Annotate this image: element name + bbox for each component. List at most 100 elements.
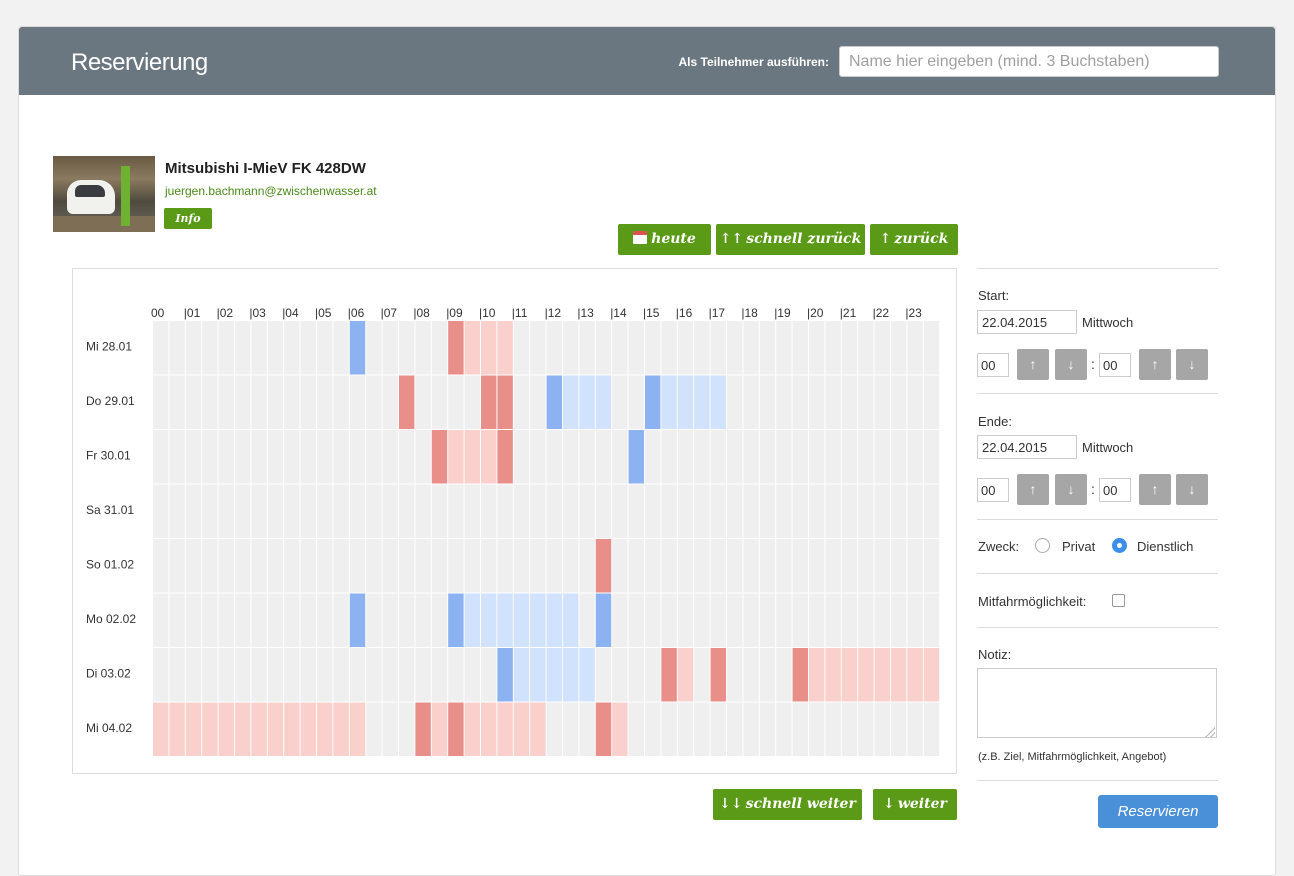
- reservation-slot-red: [710, 648, 726, 702]
- empty-slot: [743, 648, 759, 702]
- reservation-slot-red: [481, 430, 497, 484]
- empty-slot: [809, 593, 825, 647]
- forward-button[interactable]: ↓ weiter: [873, 789, 957, 820]
- hour-label: |02: [217, 306, 234, 320]
- info-button[interactable]: Info: [164, 208, 212, 229]
- empty-slot: [923, 539, 940, 593]
- reservation-slot-red: [497, 375, 513, 429]
- empty-slot: [841, 539, 858, 593]
- empty-slot: [825, 593, 841, 647]
- empty-slot: [382, 321, 398, 375]
- schedule-grid: 00 |01 |02 |03 |04 |05 |06 |07 |08 |09 |10 |11 |12 |1…: [72, 268, 957, 774]
- resize-grip-icon[interactable]: [1205, 727, 1215, 737]
- end-date-input[interactable]: [977, 435, 1077, 459]
- empty-slot: [563, 702, 579, 756]
- reservation-slot-blue: [530, 648, 546, 702]
- empty-slot: [153, 539, 169, 593]
- reservation-slot-red: [891, 648, 907, 702]
- end-hour-input[interactable]: [977, 478, 1009, 502]
- empty-slot: [382, 430, 398, 484]
- empty-slot: [185, 375, 202, 429]
- empty-slot: [251, 539, 267, 593]
- end-hour-up-button[interactable]: ↑: [1017, 474, 1049, 505]
- note-textarea[interactable]: [977, 668, 1217, 738]
- double-up-arrow-icon: ↑↑: [719, 231, 744, 247]
- empty-slot: [300, 375, 316, 429]
- empty-slot: [710, 593, 726, 647]
- purpose-private-radio[interactable]: [1035, 538, 1050, 553]
- empty-slot: [694, 539, 710, 593]
- hour-label: |23: [905, 306, 922, 320]
- start-hour-down-button[interactable]: ↓: [1055, 349, 1087, 380]
- empty-slot: [202, 484, 218, 538]
- empty-slot: [595, 430, 612, 484]
- reservation-slot-red: [317, 702, 333, 756]
- reservation-slot-red: [464, 702, 480, 756]
- hour-label: |08: [413, 306, 430, 320]
- start-minute-up-button[interactable]: ↑: [1139, 349, 1171, 380]
- empty-slot: [333, 648, 349, 702]
- reservation-slot-red: [497, 702, 513, 756]
- carpool-label: Mitfahrmöglichkeit:: [978, 594, 1087, 609]
- empty-slot: [677, 484, 694, 538]
- empty-slot: [792, 539, 808, 593]
- hour-label: |11: [512, 306, 528, 320]
- empty-slot: [792, 484, 808, 538]
- purpose-business-label: Dienstlich: [1137, 539, 1194, 554]
- back-button[interactable]: ↑ zurück: [870, 224, 958, 255]
- end-minute-input[interactable]: [1099, 478, 1131, 502]
- empty-slot: [251, 430, 267, 484]
- up-arrow-icon: ↑: [1151, 356, 1159, 372]
- day-label: Mi 28.01: [86, 339, 132, 353]
- start-minute-input[interactable]: [1099, 353, 1131, 377]
- fast-back-button[interactable]: ↑↑ schnell zurück: [716, 224, 865, 255]
- reservation-slot-red: [464, 321, 480, 375]
- empty-slot: [546, 702, 562, 756]
- fast-forward-button[interactable]: ↓↓ schnell weiter: [713, 789, 862, 820]
- reserve-button[interactable]: Reservieren: [1098, 795, 1218, 828]
- participant-search-input[interactable]: [839, 46, 1219, 77]
- start-minute-down-button[interactable]: ↓: [1176, 349, 1208, 380]
- start-hour-up-button[interactable]: ↑: [1017, 349, 1049, 380]
- page-title: Reservierung: [71, 49, 208, 76]
- empty-slot: [185, 430, 202, 484]
- empty-slot: [759, 648, 776, 702]
- day-label: Mi 04.02: [86, 721, 132, 735]
- reservation-slot-red: [169, 702, 185, 756]
- empty-slot: [891, 375, 907, 429]
- start-date-input[interactable]: [977, 310, 1077, 334]
- empty-slot: [284, 430, 300, 484]
- empty-slot: [366, 430, 382, 484]
- reservation-slot-blue: [579, 648, 595, 702]
- end-minute-up-button[interactable]: ↑: [1139, 474, 1171, 505]
- hour-label: |21: [840, 306, 857, 320]
- empty-slot: [874, 702, 890, 756]
- end-minute-down-button[interactable]: ↓: [1176, 474, 1208, 505]
- end-hour-down-button[interactable]: ↓: [1055, 474, 1087, 505]
- purpose-business-radio[interactable]: [1112, 538, 1127, 553]
- start-hour-input[interactable]: [977, 353, 1009, 377]
- purpose-label: Zweck:: [978, 539, 1020, 554]
- empty-slot: [907, 375, 923, 429]
- empty-slot: [628, 321, 644, 375]
- empty-slot: [923, 593, 940, 647]
- hour-label: |17: [709, 306, 726, 320]
- vehicle-email-link[interactable]: juergen.bachmann@zwischenwasser.at: [165, 184, 377, 198]
- empty-slot: [841, 321, 858, 375]
- fast-forward-label: schnell weiter: [745, 796, 856, 812]
- empty-slot: [645, 593, 661, 647]
- divider: [977, 573, 1218, 574]
- today-button[interactable]: heute: [618, 224, 711, 255]
- empty-slot: [530, 484, 546, 538]
- empty-slot: [612, 375, 628, 429]
- empty-slot: [218, 430, 234, 484]
- empty-slot: [743, 375, 759, 429]
- empty-slot: [776, 648, 792, 702]
- empty-slot: [464, 375, 480, 429]
- empty-slot: [710, 539, 726, 593]
- empty-slot: [645, 430, 661, 484]
- hour-label: |16: [676, 306, 693, 320]
- reservation-slot-red: [251, 702, 267, 756]
- carpool-checkbox[interactable]: [1112, 594, 1125, 607]
- reservation-slot-red: [185, 702, 202, 756]
